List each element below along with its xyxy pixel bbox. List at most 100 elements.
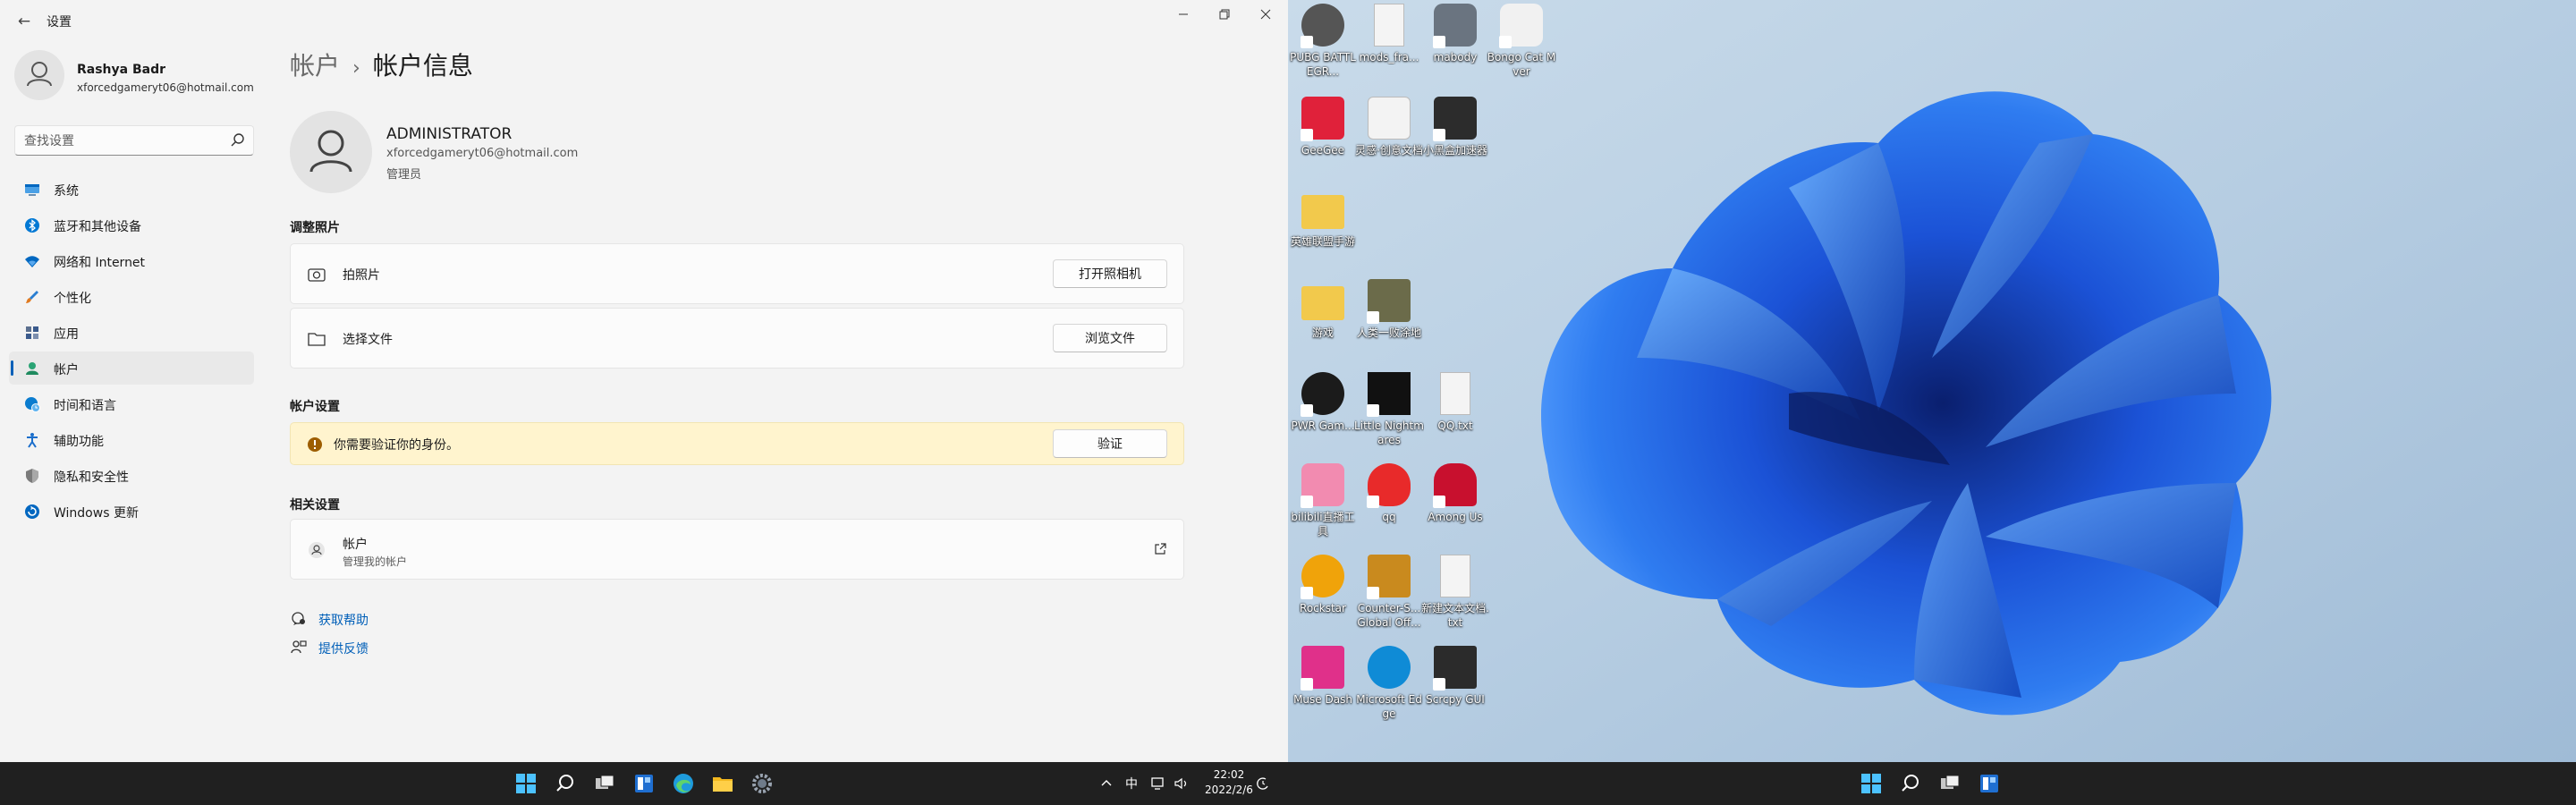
search-input[interactable] bbox=[24, 132, 221, 150]
section-heading-account-settings: 帐户设置 bbox=[290, 400, 340, 414]
desktop-icon-label: Among Us bbox=[1428, 511, 1483, 523]
desktop-icon[interactable]: Bongo Cat Mver bbox=[1487, 0, 1556, 88]
feedback-icon bbox=[291, 640, 307, 654]
desktop-icon[interactable]: Scrcpy GUI bbox=[1420, 642, 1490, 730]
open-camera-button[interactable]: 打开照相机 bbox=[1053, 259, 1167, 288]
accessibility-icon bbox=[27, 433, 38, 448]
related-accounts-card[interactable]: 帐户 管理我的帐户 bbox=[290, 519, 1184, 580]
task-view-icon[interactable] bbox=[592, 771, 617, 796]
close-button[interactable] bbox=[1245, 0, 1286, 29]
shortcut-arrow-icon bbox=[1367, 404, 1379, 417]
desktop-icon-label: Muse Dash bbox=[1293, 693, 1352, 706]
external-link-icon[interactable] bbox=[1153, 542, 1167, 556]
close-icon bbox=[1260, 9, 1271, 20]
settings-window: ← 设置 Rashya Badr xforcedgameryt06@hotmai… bbox=[0, 0, 1288, 762]
desktop-icon[interactable]: Microsoft Edge bbox=[1354, 642, 1424, 730]
sidebar-item-bluetooth[interactable]: 蓝牙和其他设备 bbox=[9, 208, 254, 242]
sidebar-item-label: Windows 更新 bbox=[54, 506, 139, 521]
volume-icon[interactable] bbox=[1174, 776, 1190, 791]
shortcut-arrow-icon bbox=[1367, 587, 1379, 599]
sidebar-item-personalization[interactable]: 个性化 bbox=[9, 280, 254, 313]
ime-indicator[interactable]: 中 bbox=[1125, 775, 1138, 792]
desktop-icon[interactable]: Rockstar bbox=[1288, 551, 1358, 639]
desktop-icon[interactable]: bilibili直播工具 bbox=[1288, 460, 1358, 547]
sidebar-item-label: 系统 bbox=[54, 184, 79, 199]
desktop-icon[interactable]: Counter-S... Global Off... bbox=[1354, 551, 1424, 639]
start-icon[interactable] bbox=[1859, 771, 1884, 796]
shortcut-arrow-icon bbox=[1301, 36, 1313, 48]
shield-icon bbox=[26, 469, 38, 483]
edge-icon[interactable] bbox=[671, 771, 696, 796]
sidebar-item-windows-update[interactable]: Windows 更新 bbox=[9, 495, 254, 528]
desktop-icon-label: Microsoft Edge bbox=[1356, 693, 1422, 720]
minimize-button[interactable] bbox=[1163, 0, 1204, 29]
desktop-icon[interactable]: GeeGee bbox=[1288, 93, 1358, 181]
search-icon[interactable] bbox=[230, 131, 246, 149]
search-box[interactable] bbox=[14, 125, 254, 156]
desktop-icon[interactable]: qq bbox=[1354, 460, 1424, 547]
desktop-icon[interactable]: Muse Dash bbox=[1288, 642, 1358, 730]
verify-button[interactable]: 验证 bbox=[1053, 429, 1167, 458]
sidebar-item-accounts[interactable]: 帐户 bbox=[9, 352, 254, 385]
settings-icon[interactable] bbox=[750, 771, 775, 796]
secondary-taskbar bbox=[1288, 762, 2576, 805]
verify-identity-banner: 你需要验证你的身份。 验证 bbox=[290, 422, 1184, 465]
sidebar-item-label: 辅助功能 bbox=[54, 435, 104, 449]
desktop-icon-label: 游戏 bbox=[1311, 326, 1334, 339]
shortcut-arrow-icon bbox=[1301, 587, 1313, 599]
widgets-icon[interactable] bbox=[1977, 771, 2002, 796]
help-chat-icon bbox=[292, 612, 305, 625]
taskbar-clock[interactable]: 22:02 2022/2/6 bbox=[1204, 767, 1254, 798]
widgets-icon[interactable] bbox=[631, 771, 657, 796]
taskbar: 中 22:02 2022/2/6 bbox=[0, 762, 1288, 805]
account-email: xforcedgameryt06@hotmail.com bbox=[386, 147, 579, 160]
profile-name: Rashya Badr bbox=[77, 63, 166, 77]
account-role: 管理员 bbox=[386, 168, 422, 182]
start-icon[interactable] bbox=[513, 771, 538, 796]
desktop-icon[interactable]: 新建文本文档.txt bbox=[1420, 551, 1490, 639]
search-icon[interactable] bbox=[553, 771, 578, 796]
desktop-icon[interactable]: 小黑盒加速器 bbox=[1420, 93, 1490, 181]
user-profile[interactable]: Rashya Badr xforcedgameryt06@hotmail.com bbox=[14, 50, 256, 104]
minimize-icon bbox=[1179, 13, 1188, 15]
browse-files-button[interactable]: 浏览文件 bbox=[1053, 324, 1167, 352]
desktop-icon[interactable]: PUBG BATTLEGR... bbox=[1288, 0, 1358, 88]
sidebar-item-network[interactable]: 网络和 Internet bbox=[9, 244, 254, 277]
sidebar-item-system[interactable]: 系统 bbox=[9, 173, 254, 206]
profile-email: xforcedgameryt06@hotmail.com bbox=[77, 81, 254, 94]
desktop-icon[interactable]: PWR Gam... bbox=[1288, 369, 1358, 456]
search-icon[interactable] bbox=[1898, 771, 1923, 796]
related-accounts-sub: 管理我的帐户 bbox=[343, 555, 408, 568]
shortcut-arrow-icon bbox=[1433, 129, 1445, 141]
desktop-icon[interactable]: QQ.txt bbox=[1420, 369, 1490, 456]
breadcrumb: 帐户 › 帐户信息 bbox=[290, 47, 473, 82]
desktop-icon[interactable]: mabody bbox=[1420, 0, 1490, 88]
desktop-icon[interactable]: Among Us bbox=[1420, 460, 1490, 547]
sidebar-item-accessibility[interactable]: 辅助功能 bbox=[9, 423, 254, 456]
feedback-text[interactable]: 提供反馈 bbox=[318, 640, 369, 657]
back-arrow-icon[interactable]: ← bbox=[13, 11, 36, 32]
desktop-icon[interactable]: 人类一败涂地 bbox=[1354, 275, 1424, 363]
file-explorer-icon[interactable] bbox=[710, 771, 735, 796]
desktop-icon[interactable]: 灵感·创意文档 bbox=[1354, 93, 1424, 181]
desktop-icon[interactable]: Little Nightmares bbox=[1354, 369, 1424, 456]
focus-assist-icon[interactable] bbox=[1256, 776, 1270, 791]
task-view-icon[interactable] bbox=[1937, 771, 1962, 796]
account-header: ADMINISTRATOR xforcedgameryt06@hotmail.c… bbox=[290, 111, 916, 193]
sidebar-item-time-language[interactable]: 时间和语言 bbox=[9, 387, 254, 420]
desktop-icon[interactable]: 游戏 bbox=[1288, 275, 1358, 363]
maximize-button[interactable] bbox=[1204, 0, 1245, 29]
chevron-up-icon[interactable] bbox=[1099, 776, 1114, 791]
section-heading-photo: 调整照片 bbox=[290, 221, 340, 235]
sidebar-item-privacy[interactable]: 隐私和安全性 bbox=[9, 459, 254, 492]
network-icon[interactable] bbox=[1150, 776, 1166, 791]
breadcrumb-parent[interactable]: 帐户 bbox=[290, 51, 340, 80]
desktop-icon[interactable]: 英雄联盟手游 bbox=[1288, 184, 1358, 272]
sidebar-item-apps[interactable]: 应用 bbox=[9, 316, 254, 349]
get-help-text[interactable]: 获取帮助 bbox=[318, 611, 369, 629]
desktop-icon-label: Scrcpy GUI bbox=[1426, 693, 1485, 706]
warning-icon bbox=[308, 437, 322, 452]
sidebar-item-label: 应用 bbox=[54, 327, 79, 342]
desktop-icon[interactable]: mods_fra... bbox=[1354, 0, 1424, 88]
desktop-icon-label: PUBG BATTLEGR... bbox=[1290, 51, 1356, 78]
